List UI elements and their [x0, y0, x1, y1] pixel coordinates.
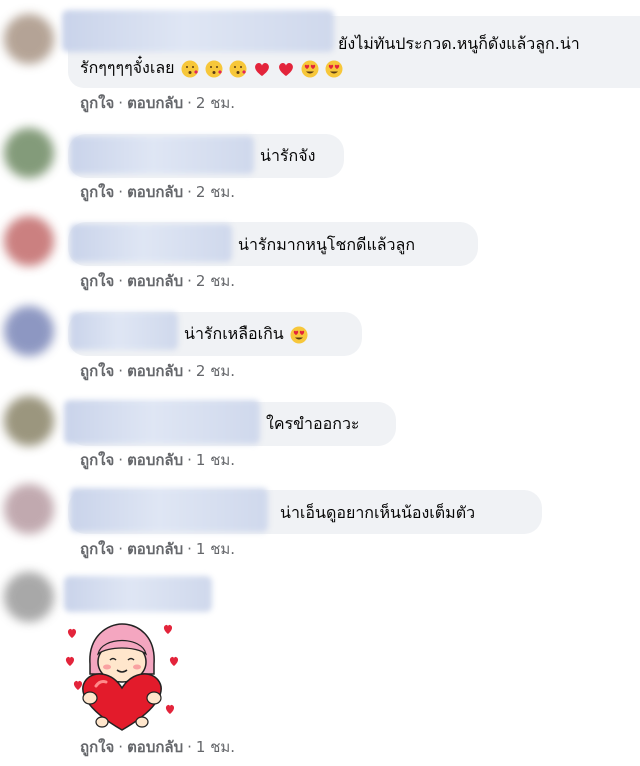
comment-actions: ถูกใจ · ตอบกลับ · 2 ชม.: [80, 182, 235, 202]
comment-text: ยังไม่ทันประกวด.หนูก็ดังแล้วลูก.น่า: [338, 34, 580, 53]
comment-text: น่ารักมากหนูโชกดีแล้วลูก: [238, 235, 416, 254]
avatar[interactable]: [4, 396, 54, 446]
avatar[interactable]: [4, 14, 54, 64]
timestamp[interactable]: 2 ชม.: [196, 272, 235, 290]
author-name-redacted[interactable]: [70, 224, 232, 262]
like-link[interactable]: ถูกใจ: [80, 540, 114, 558]
avatar[interactable]: [4, 306, 54, 356]
avatar[interactable]: [4, 572, 54, 622]
reply-link[interactable]: ตอบกลับ: [127, 272, 183, 290]
like-link[interactable]: ถูกใจ: [80, 272, 114, 290]
reply-link[interactable]: ตอบกลับ: [127, 451, 183, 469]
like-link[interactable]: ถูกใจ: [80, 362, 114, 380]
reply-link[interactable]: ตอบกลับ: [127, 94, 183, 112]
reply-link[interactable]: ตอบกลับ: [127, 362, 183, 380]
comment-text: ใครขำออกวะ: [266, 414, 360, 433]
separator: ·: [118, 362, 124, 380]
timestamp[interactable]: 2 ชม.: [196, 94, 235, 112]
comment-actions: ถูกใจ · ตอบกลับ · 1 ชม.: [80, 539, 235, 559]
timestamp[interactable]: 1 ชม.: [196, 540, 235, 558]
comment-actions: ถูกใจ · ตอบกลับ · 2 ชม.: [80, 271, 235, 291]
author-name-redacted[interactable]: [70, 312, 178, 350]
author-name-redacted[interactable]: [70, 136, 254, 174]
comment-text-line2: รักๆๆๆๆจั๋งเลย: [80, 58, 343, 78]
separator: ·: [118, 94, 124, 112]
separator: ·: [118, 738, 124, 756]
separator: ·: [187, 272, 192, 290]
reply-link[interactable]: ตอบกลับ: [127, 738, 183, 756]
comment-text: น่ารักเหลือเกิน: [184, 324, 308, 344]
separator: ·: [187, 738, 192, 756]
reply-link[interactable]: ตอบกลับ: [127, 183, 183, 201]
timestamp[interactable]: 1 ชม.: [196, 451, 235, 469]
kissing-face-emoji-icon: [205, 60, 223, 77]
author-name-redacted[interactable]: [64, 576, 212, 612]
reply-link[interactable]: ตอบกลับ: [127, 540, 183, 558]
separator: ·: [118, 540, 124, 558]
kissing-face-emoji-icon: [229, 60, 247, 77]
separator: ·: [118, 183, 124, 201]
comment-actions: ถูกใจ · ตอบกลับ · 2 ชม.: [80, 361, 235, 381]
heart-icon: [279, 62, 293, 76]
avatar[interactable]: [4, 484, 54, 534]
separator: ·: [187, 540, 192, 558]
separator: ·: [187, 183, 192, 201]
heart-eyes-emoji-icon: [301, 60, 319, 77]
author-name-redacted[interactable]: [64, 400, 260, 444]
comment-actions: ถูกใจ · ตอบกลับ · 1 ชม.: [80, 737, 235, 757]
like-link[interactable]: ถูกใจ: [80, 738, 114, 756]
separator: ·: [187, 94, 192, 112]
separator: ·: [187, 362, 192, 380]
comment-actions: ถูกใจ · ตอบกลับ · 1 ชม.: [80, 450, 235, 470]
timestamp[interactable]: 1 ชม.: [196, 738, 235, 756]
author-name-redacted[interactable]: [70, 488, 268, 532]
author-name-redacted[interactable]: [62, 10, 334, 52]
comment-actions: ถูกใจ · ตอบกลับ · 2 ชม.: [80, 93, 235, 113]
like-link[interactable]: ถูกใจ: [80, 183, 114, 201]
comment-text: น่ารักจัง: [260, 146, 316, 165]
avatar[interactable]: [4, 128, 54, 178]
avatar[interactable]: [4, 216, 54, 266]
heart-icon: [254, 62, 269, 76]
comment-text: น่าเอ็นดูอยากเห็นน้องเต็มตัว: [280, 503, 476, 522]
timestamp[interactable]: 2 ชม.: [196, 362, 235, 380]
separator: ·: [118, 272, 124, 290]
girl-holding-heart-sticker[interactable]: [62, 618, 182, 736]
separator: ·: [118, 451, 124, 469]
timestamp[interactable]: 2 ชม.: [196, 183, 235, 201]
like-link[interactable]: ถูกใจ: [80, 94, 114, 112]
kissing-face-emoji-icon: [181, 60, 199, 77]
heart-eyes-emoji-icon: [290, 326, 308, 343]
like-link[interactable]: ถูกใจ: [80, 451, 114, 469]
heart-eyes-emoji-icon: [325, 60, 343, 77]
separator: ·: [187, 451, 192, 469]
